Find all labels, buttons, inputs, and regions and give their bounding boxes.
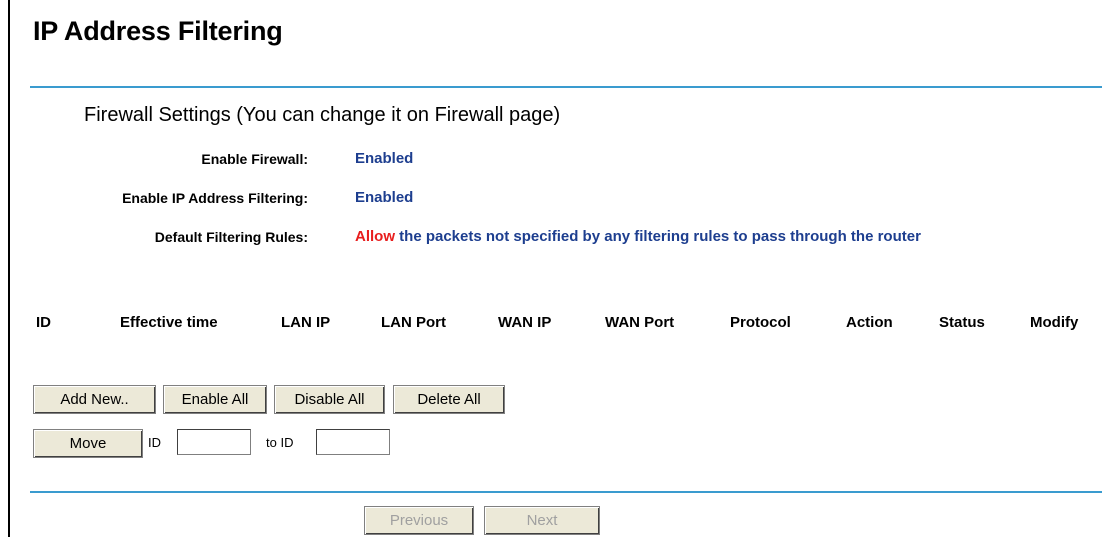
page-frame: IP Address Filtering Firewall Settings (… [8,0,1104,537]
enable-all-button[interactable]: Enable All [163,385,267,414]
column-header-status: Status [939,314,985,331]
bottom-divider [30,491,1102,493]
column-header-id: ID [36,314,51,331]
column-header-lan-ip: LAN IP [281,314,331,331]
column-header-protocol: Protocol [730,314,791,331]
page-title: IP Address Filtering [33,16,283,46]
move-from-id-input[interactable] [177,429,251,455]
move-to-id-label: to ID [266,435,294,450]
column-header-modify: Modify [1030,314,1079,331]
next-button[interactable]: Next [484,506,600,535]
enable-ip-filtering-label: Enable IP Address Filtering: [122,190,308,206]
enable-firewall-value: Enabled [355,150,414,167]
default-filtering-rules-value: Allow the packets not specified by any f… [355,228,921,245]
firewall-settings-heading: Firewall Settings (You can change it on … [84,104,561,126]
column-header-wan-port: WAN Port [605,314,675,331]
column-header-lan-port: LAN Port [381,314,446,331]
default-rules-description: the packets not specified by any filteri… [395,228,921,245]
add-new-button[interactable]: Add New.. [33,385,156,414]
previous-button[interactable]: Previous [364,506,474,535]
default-filtering-rules-label: Default Filtering Rules: [154,229,308,245]
move-button[interactable]: Move [33,429,143,458]
column-header-effective-time: Effective time [120,314,218,331]
column-header-wan-ip: WAN IP [498,314,552,331]
column-header-action: Action [846,314,893,331]
delete-all-button[interactable]: Delete All [393,385,505,414]
enable-firewall-label: Enable Firewall: [201,151,308,167]
disable-all-button[interactable]: Disable All [274,385,385,414]
allow-keyword: Allow [355,228,395,245]
move-id-label: ID [148,435,161,450]
move-to-id-input[interactable] [316,429,390,455]
enable-ip-filtering-value: Enabled [355,189,414,206]
top-divider [30,86,1102,88]
